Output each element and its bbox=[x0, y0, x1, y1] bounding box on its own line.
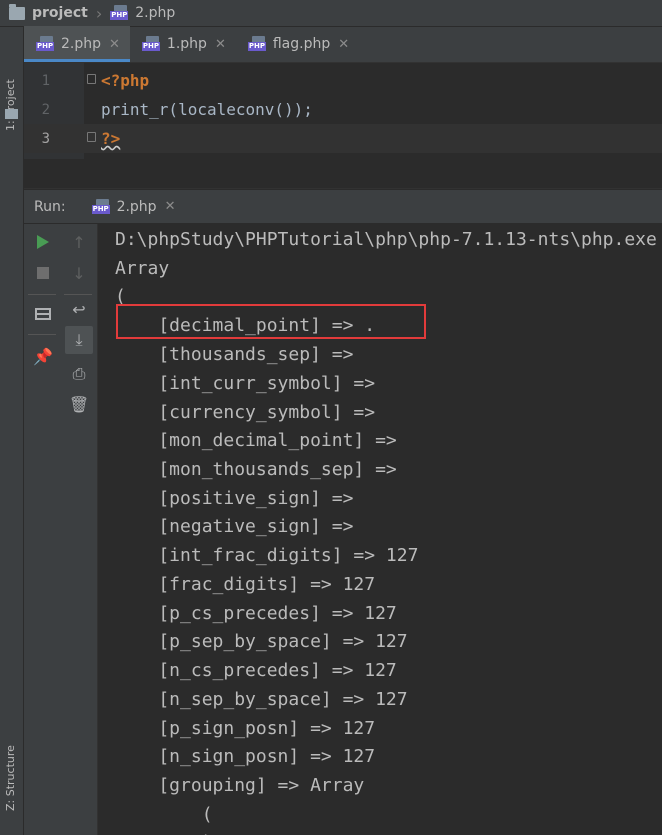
stop-icon bbox=[37, 267, 49, 279]
console-line: [n_sign_posn] => 127 bbox=[115, 746, 376, 767]
toolbar-divider bbox=[28, 294, 56, 295]
scroll-down-button[interactable]: ↓ bbox=[65, 259, 93, 287]
close-icon[interactable]: ✕ bbox=[109, 37, 120, 52]
tab-label: 1.php bbox=[166, 36, 207, 52]
arrow-up-icon: ↑ bbox=[72, 232, 86, 252]
pin-icon: 📌 bbox=[33, 346, 53, 366]
php-file-icon: PHP bbox=[110, 5, 130, 21]
toolbar-divider bbox=[28, 334, 56, 335]
chevron-right-icon: › bbox=[95, 3, 103, 23]
close-icon[interactable]: ✕ bbox=[165, 199, 176, 214]
navigation-bar: project › PHP 2.php bbox=[0, 0, 662, 27]
code-text: print_r(localeconv()); bbox=[101, 100, 313, 119]
run-label: Run: bbox=[34, 198, 66, 215]
console-line: [thousands_sep] => bbox=[115, 344, 354, 365]
console-line: [int_frac_digits] => 127 bbox=[115, 545, 419, 566]
console-line: [p_sign_posn] => 127 bbox=[115, 718, 376, 739]
code-editor[interactable]: 1 <?php 2 print_r(localeconv()); 3 ?> bbox=[24, 63, 662, 159]
structure-tool-tab[interactable]: Z: Structure bbox=[4, 715, 17, 811]
php-file-icon: PHP bbox=[91, 198, 112, 215]
console-line: [mon_decimal_point] => bbox=[115, 430, 397, 451]
line-number: 2 bbox=[41, 101, 50, 118]
scroll-to-end-icon: ⤓ bbox=[75, 330, 83, 349]
close-icon[interactable]: ✕ bbox=[338, 37, 349, 52]
run-tab-label: 2.php bbox=[116, 198, 157, 215]
console-line: [int_curr_symbol] => bbox=[115, 373, 376, 394]
soft-wrap-icon: ↩ bbox=[72, 299, 86, 319]
console-line: [positive_sign] => bbox=[115, 488, 354, 509]
pin-button[interactable]: 📌 bbox=[29, 342, 57, 370]
stop-button[interactable] bbox=[29, 259, 57, 287]
console-line: [p_cs_precedes] => 127 bbox=[115, 603, 397, 624]
scroll-up-button[interactable]: ↑ bbox=[65, 228, 93, 256]
console-line: [p_sep_by_space] => 127 bbox=[115, 631, 408, 652]
code-text: ?> bbox=[101, 129, 121, 148]
editor-empty-area[interactable] bbox=[24, 159, 662, 189]
run-toolbar-primary: 📌 bbox=[24, 224, 60, 835]
annotation-highlight-box bbox=[116, 304, 426, 339]
tab-label: flag.php bbox=[272, 36, 331, 52]
console-line: Array bbox=[115, 258, 170, 279]
left-tool-strip: 1: Project Z: Structure bbox=[0, 27, 24, 835]
php-file-icon: PHP bbox=[36, 36, 56, 52]
fold-icon[interactable] bbox=[87, 74, 96, 84]
console-line: ( bbox=[115, 804, 213, 825]
project-icon[interactable] bbox=[5, 109, 18, 119]
code-line-current[interactable]: 3 ?> bbox=[24, 124, 662, 153]
trash-icon: 🗑 bbox=[68, 394, 90, 414]
editor-tab-bar: PHP 2.php ✕ PHP 1.php ✕ PHP flag.php ✕ bbox=[24, 26, 662, 63]
close-icon[interactable]: ✕ bbox=[215, 37, 226, 52]
play-icon bbox=[37, 235, 49, 249]
layout-button[interactable] bbox=[29, 300, 57, 328]
folder-icon bbox=[9, 3, 25, 20]
console-line: ) bbox=[115, 828, 213, 835]
php-file-icon: PHP bbox=[247, 36, 268, 52]
print-button[interactable]: ⎙ bbox=[65, 360, 93, 388]
tab-flag-php[interactable]: PHP flag.php ✕ bbox=[236, 26, 359, 62]
fold-icon[interactable] bbox=[87, 132, 96, 142]
soft-wrap-button[interactable]: ↩ bbox=[65, 295, 93, 323]
console-line: [n_sep_by_space] => 127 bbox=[115, 689, 408, 710]
console-line: [n_cs_precedes] => 127 bbox=[115, 660, 397, 681]
arrow-down-icon: ↓ bbox=[72, 263, 86, 283]
layout-icon bbox=[35, 308, 51, 320]
code-line[interactable]: 2 print_r(localeconv()); bbox=[24, 95, 662, 124]
console-line: D:\phpStudy\PHPTutorial\php\php-7.1.13-n… bbox=[115, 229, 657, 250]
console-line: [frac_digits] => 127 bbox=[115, 574, 376, 595]
tab-2-php[interactable]: PHP 2.php ✕ bbox=[24, 26, 130, 62]
run-toolbar-secondary: ↑ ↓ ↩ ⤓ ⎙ 🗑 bbox=[60, 224, 98, 835]
code-text: <?php bbox=[101, 71, 150, 90]
scroll-to-end-button[interactable]: ⤓ bbox=[65, 326, 93, 354]
rerun-button[interactable] bbox=[29, 228, 57, 256]
console-line: [mon_thousands_sep] => bbox=[115, 459, 397, 480]
console-line: [negative_sign] => bbox=[115, 516, 354, 537]
tab-1-php[interactable]: PHP 1.php ✕ bbox=[130, 26, 236, 62]
console-line: [currency_symbol] => bbox=[115, 402, 376, 423]
line-number: 1 bbox=[41, 72, 50, 89]
tab-label: 2.php bbox=[61, 36, 102, 52]
breadcrumb-project[interactable]: project bbox=[32, 5, 88, 21]
run-tab-2-php[interactable]: PHP 2.php ✕ bbox=[88, 190, 180, 224]
run-tool-header: Run: PHP 2.php ✕ bbox=[24, 190, 662, 224]
console-line: [grouping] => Array bbox=[115, 775, 365, 796]
clear-all-button[interactable]: 🗑 bbox=[65, 390, 93, 418]
line-number: 3 bbox=[41, 130, 50, 147]
breadcrumb-file[interactable]: 2.php bbox=[135, 5, 175, 21]
code-line[interactable]: 1 <?php bbox=[24, 66, 662, 95]
php-file-icon: PHP bbox=[141, 36, 162, 52]
printer-icon: ⎙ bbox=[72, 364, 86, 383]
